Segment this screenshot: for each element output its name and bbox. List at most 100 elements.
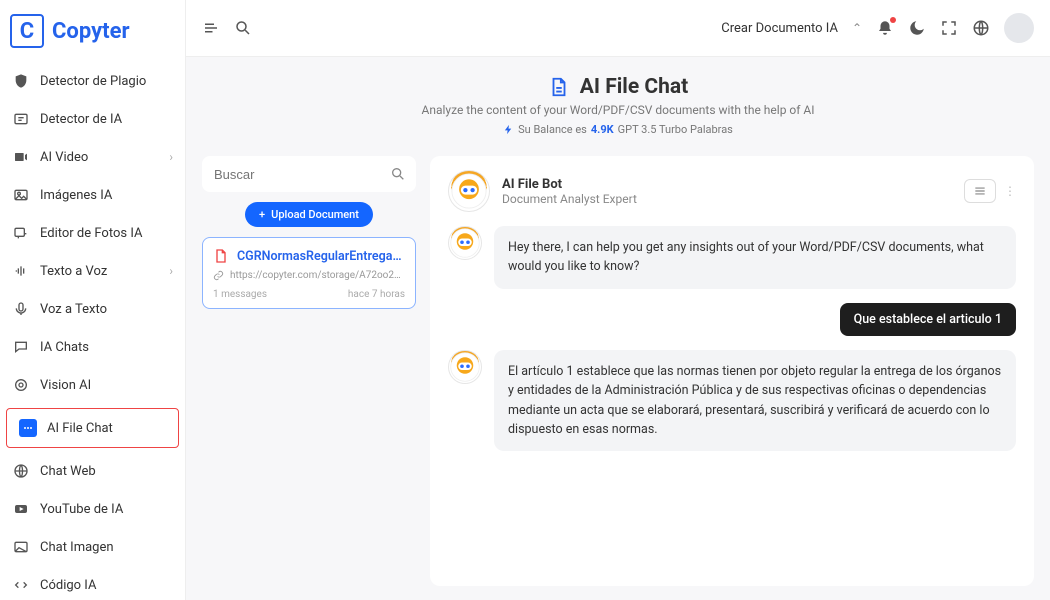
- ai-detect-icon: [12, 110, 30, 128]
- upload-document-button[interactable]: + Upload Document: [245, 202, 373, 227]
- sidebar-item-imagenes-ia[interactable]: Imágenes IA: [0, 176, 185, 214]
- brand-name: Copyter: [52, 19, 130, 44]
- link-icon: [213, 270, 224, 281]
- chat-more-button[interactable]: ⋮: [1004, 179, 1016, 203]
- chat-message-bot: Hey there, I can help you get any insigh…: [448, 226, 1016, 289]
- chevron-right-icon: ›: [169, 150, 173, 164]
- tts-icon: [12, 262, 30, 280]
- user-avatar[interactable]: [1004, 13, 1034, 43]
- photo-editor-icon: [12, 224, 30, 242]
- sidebar-item-codigo-ia[interactable]: Código IA: [0, 566, 185, 600]
- chat-header: AI File Bot Document Analyst Expert ⋮: [448, 170, 1016, 212]
- sidebar-item-label: AI File Chat: [47, 421, 113, 436]
- sidebar: C Copyter Detector de Plagio Detector de…: [0, 0, 186, 600]
- notifications-button[interactable]: [876, 19, 894, 37]
- sidebar-item-label: Imágenes IA: [40, 188, 112, 203]
- sidebar-item-editor-fotos[interactable]: Editor de Fotos IA: [0, 214, 185, 252]
- sidebar-item-chat-imagen[interactable]: Chat Imagen: [0, 528, 185, 566]
- document-item[interactable]: CGRNormasRegularEntrega.... https://copy…: [202, 237, 416, 309]
- sidebar-item-youtube-ia[interactable]: YouTube de IA: [0, 490, 185, 528]
- create-doc-chevron-icon[interactable]: ⌃: [852, 21, 862, 35]
- bot-name: AI File Bot: [502, 177, 637, 192]
- documents-panel: + Upload Document CGRNormasRegularEntreg…: [202, 156, 416, 586]
- page-header: AI File Chat Analyze the content of your…: [186, 57, 1050, 142]
- document-message-count: 1 messages: [213, 289, 267, 300]
- shield-icon: [12, 72, 30, 90]
- chevron-right-icon: ›: [169, 264, 173, 278]
- sidebar-item-vision-ai[interactable]: Vision AI: [0, 366, 185, 404]
- doc-search-input[interactable]: [214, 167, 390, 182]
- sidebar-item-label: Texto a Voz: [40, 264, 107, 279]
- sidebar-item-label: Detector de Plagio: [40, 74, 146, 89]
- sidebar-item-label: Editor de Fotos IA: [40, 226, 142, 241]
- sidebar-item-label: AI Video: [40, 150, 88, 165]
- sidebar-item-texto-voz[interactable]: Texto a Voz ›: [0, 252, 185, 290]
- plus-icon: +: [259, 208, 265, 221]
- doc-search[interactable]: [202, 156, 416, 192]
- document-age: hace 7 horas: [348, 289, 405, 300]
- image-icon: [12, 186, 30, 204]
- sidebar-item-label: Detector de IA: [40, 112, 122, 127]
- bot-message-text: Hey there, I can help you get any insigh…: [494, 226, 1016, 289]
- file-doc-icon: [548, 76, 570, 98]
- sidebar-item-ia-detect[interactable]: Detector de IA: [0, 100, 185, 138]
- pdf-icon: [213, 248, 229, 264]
- search-icon: [390, 166, 406, 182]
- balance-value: 4.9K: [591, 123, 614, 136]
- menu-toggle-button[interactable]: [202, 19, 220, 37]
- sidebar-item-label: Vision AI: [40, 378, 91, 393]
- bot-avatar-small: [448, 350, 482, 384]
- balance-text: Su Balance es 4.9K GPT 3.5 Turbo Palabra…: [186, 123, 1050, 136]
- file-chat-icon: [19, 419, 37, 437]
- page-subtitle: Analyze the content of your Word/PDF/CSV…: [186, 103, 1050, 117]
- chat-message-user: Que establece el articulo 1: [448, 303, 1016, 336]
- sidebar-item-label: Chat Web: [40, 464, 96, 479]
- user-message-text: Que establece el articulo 1: [840, 303, 1016, 336]
- chat-message-bot: El artículo 1 establece que las normas t…: [448, 350, 1016, 452]
- upload-label: Upload Document: [271, 208, 359, 221]
- web-chat-icon: [12, 462, 30, 480]
- page-title-text: AI File Chat: [580, 75, 689, 99]
- sidebar-item-chat-web[interactable]: Chat Web: [0, 452, 185, 490]
- balance-prefix: Su Balance es: [518, 123, 587, 136]
- sidebar-item-label: Código IA: [40, 578, 96, 593]
- chat-menu-button[interactable]: [964, 179, 996, 203]
- brand[interactable]: C Copyter: [0, 0, 185, 62]
- bot-role: Document Analyst Expert: [502, 192, 637, 206]
- bot-avatar: [448, 170, 490, 212]
- sidebar-item-label: YouTube de IA: [40, 502, 123, 517]
- topbar: Crear Documento IA ⌃: [186, 0, 1050, 57]
- page-title: AI File Chat: [186, 75, 1050, 99]
- create-document-link[interactable]: Crear Documento IA: [721, 21, 838, 36]
- dark-mode-button[interactable]: [908, 19, 926, 37]
- code-icon: [12, 576, 30, 594]
- bot-avatar-small: [448, 226, 482, 260]
- search-button[interactable]: [234, 19, 252, 37]
- balance-suffix: GPT 3.5 Turbo Palabras: [618, 123, 733, 136]
- stt-icon: [12, 300, 30, 318]
- brand-mark: C: [10, 14, 44, 48]
- fullscreen-button[interactable]: [940, 19, 958, 37]
- content: + Upload Document CGRNormasRegularEntreg…: [186, 142, 1050, 600]
- bolt-icon: [503, 124, 514, 135]
- sidebar-item-plagio[interactable]: Detector de Plagio: [0, 62, 185, 100]
- sidebar-item-voz-texto[interactable]: Voz a Texto: [0, 290, 185, 328]
- vision-icon: [12, 376, 30, 394]
- bot-message-text: El artículo 1 establece que las normas t…: [494, 350, 1016, 452]
- sidebar-item-ai-file-chat[interactable]: AI File Chat: [6, 408, 179, 448]
- document-title: CGRNormasRegularEntrega....: [237, 249, 405, 264]
- sidebar-item-ia-chats[interactable]: IA Chats: [0, 328, 185, 366]
- sidebar-item-label: Voz a Texto: [40, 302, 107, 317]
- sidebar-item-ai-video[interactable]: AI Video ›: [0, 138, 185, 176]
- video-icon: [12, 148, 30, 166]
- image-chat-icon: [12, 538, 30, 556]
- language-button[interactable]: [972, 19, 990, 37]
- sidebar-nav: Detector de Plagio Detector de IA AI Vid…: [0, 62, 185, 600]
- sidebar-item-label: IA Chats: [40, 340, 89, 355]
- main: Crear Documento IA ⌃ AI File Chat: [186, 0, 1050, 600]
- chat-panel: AI File Bot Document Analyst Expert ⋮: [430, 156, 1034, 586]
- chat-icon: [12, 338, 30, 356]
- youtube-icon: [12, 500, 30, 518]
- sidebar-item-label: Chat Imagen: [40, 540, 114, 555]
- document-url: https://copyter.com/storage/A72oo2OejW.p…: [230, 270, 405, 281]
